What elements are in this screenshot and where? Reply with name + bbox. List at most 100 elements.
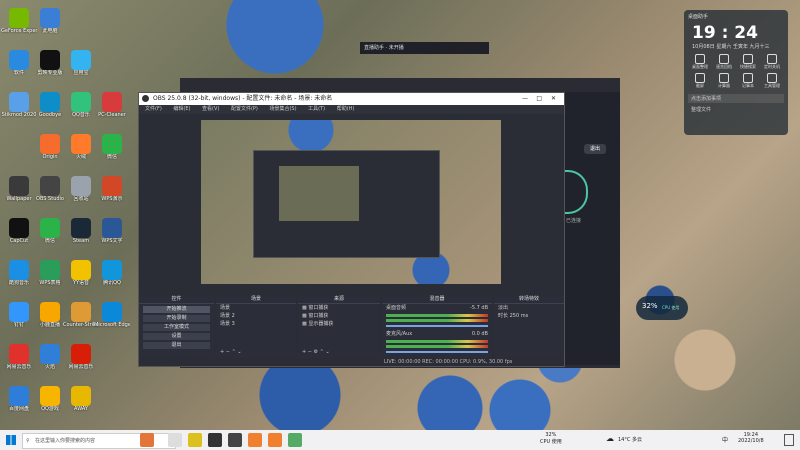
side-panel-exit-button[interactable]: 退出 xyxy=(584,144,606,154)
shortcut-label: 定时关机 xyxy=(764,64,780,69)
start-streaming-button[interactable]: 开始推流 xyxy=(143,306,210,313)
widget-shortcut[interactable]: 记事本 xyxy=(736,73,760,89)
mixer-channel-db: 0.0 dB xyxy=(471,331,488,337)
transitions-header: 转场特效 xyxy=(494,295,564,304)
menu-profile[interactable]: 配置文件(P) xyxy=(231,106,258,112)
desktop-icon[interactable]: 微信 xyxy=(94,134,130,160)
mixer-channel-name: 桌面音频 xyxy=(386,305,407,311)
obs-taskbar-icon[interactable] xyxy=(228,433,242,447)
desktop-icon-label: AWAY xyxy=(74,406,88,412)
widget-shortcut[interactable]: 截屏 xyxy=(688,73,712,89)
desktop-icon[interactable]: 腾讯QQ xyxy=(94,260,130,286)
background-window-titlebar[interactable]: 直播助手 · 未开播 xyxy=(360,42,489,54)
taskbar-clock[interactable]: 19:24 2022/10/8 xyxy=(738,432,764,444)
preview-canvas[interactable] xyxy=(201,120,501,284)
desktop-icon-label: WPS演示 xyxy=(101,196,123,202)
widget-header: 桌面助手 xyxy=(688,14,709,20)
desktop-icon-label: WPS文字 xyxy=(101,238,123,244)
scene-item[interactable]: 场景 2 xyxy=(216,312,296,320)
transition-type-select[interactable]: 淡出 xyxy=(494,304,564,312)
transition-duration[interactable]: 时长 250 ms xyxy=(494,312,564,320)
taskbar-weather[interactable]: 14°C 多云 xyxy=(618,436,642,443)
desktop-assistant-widget[interactable]: 桌面助手 19 : 24 10月08日 星期六 壬寅年 九月十三 桌面整理 速览回… xyxy=(684,10,788,135)
desktop-icon[interactable]: AWAY xyxy=(63,386,99,412)
obs-titlebar[interactable]: OBS 25.0.8 (32-bit, windows) - 配置文件: 未命名… xyxy=(139,93,564,105)
audio-level-meter xyxy=(386,319,488,322)
shortcut-icon xyxy=(743,54,753,64)
menu-edit[interactable]: 编辑(E) xyxy=(173,106,190,112)
pinned-app-icon[interactable] xyxy=(248,433,262,447)
source-item[interactable]: ▩ 窗口捕获 xyxy=(298,304,380,312)
scene-item[interactable]: 场景 3 xyxy=(216,320,296,328)
add-scene-button[interactable]: + xyxy=(220,349,224,355)
scenes-toolbar: + − ⌃ ⌄ xyxy=(216,348,296,356)
desktop-icon[interactable]: WPS演示 xyxy=(94,176,130,202)
close-button[interactable]: ✕ xyxy=(551,93,556,105)
desktop-icon[interactable]: PC-Cleaner xyxy=(94,92,130,118)
widget-note[interactable]: 整理文件 xyxy=(688,105,784,114)
start-recording-button[interactable]: 开始录制 xyxy=(143,315,210,322)
desktop-icon[interactable]: WPS文字 xyxy=(94,218,130,244)
widget-search[interactable]: 点击添加事项 xyxy=(688,94,784,103)
pinned-app-icon[interactable] xyxy=(208,433,222,447)
scene-item[interactable]: 场景 xyxy=(216,304,296,312)
desktop-icon[interactable]: 网易云音乐 xyxy=(63,344,99,370)
pinned-app-icon[interactable] xyxy=(188,433,202,447)
widget-shortcut[interactable]: 定时关机 xyxy=(760,54,784,70)
widget-weekday: 星期六 xyxy=(716,44,732,50)
notification-icon[interactable] xyxy=(784,434,794,446)
menu-help[interactable]: 帮助(H) xyxy=(337,106,355,112)
app-icon xyxy=(71,344,91,364)
widget-shortcut[interactable]: 计算器 xyxy=(712,73,736,89)
gear-icon[interactable]: ⚙ xyxy=(314,349,318,355)
obs-title: OBS 25.0.8 (32-bit, windows) - 配置文件: 未命名… xyxy=(153,95,333,102)
shortcut-icon xyxy=(695,54,705,64)
widget-shortcut[interactable]: 速览回档 xyxy=(712,54,736,70)
menu-file[interactable]: 文件(F) xyxy=(145,106,162,112)
app-icon xyxy=(9,176,29,196)
desktop-icon[interactable]: 应用宝 xyxy=(63,50,99,76)
source-item[interactable]: ▩ 窗口捕获 xyxy=(298,312,380,320)
settings-button[interactable]: 设置 xyxy=(143,333,210,340)
volume-slider[interactable] xyxy=(386,325,488,327)
scene-up-button[interactable]: ⌃ xyxy=(232,349,236,355)
add-source-button[interactable]: + xyxy=(302,349,306,355)
duration-label: 时长 xyxy=(498,313,509,319)
monitor-icon: ▩ xyxy=(302,313,307,319)
remove-source-button[interactable]: − xyxy=(308,349,312,355)
volume-slider[interactable] xyxy=(386,351,488,353)
source-down-button[interactable]: ⌄ xyxy=(325,349,329,355)
maximize-button[interactable]: □ xyxy=(536,93,542,105)
scene-down-button[interactable]: ⌄ xyxy=(237,349,241,355)
transitions-dock: 转场特效 淡出 时长 250 ms xyxy=(494,295,564,365)
obs-logo-icon xyxy=(142,95,149,102)
controls-dock: 控件 开始推流 开始录制 工作室模式 设置 退出 xyxy=(139,295,214,365)
menu-scene-collection[interactable]: 场景集合(S) xyxy=(269,106,296,112)
source-item[interactable]: ▩ 显示器捕获 xyxy=(298,320,380,328)
widget-shortcut[interactable]: 工具管理 xyxy=(760,73,784,89)
obs-window[interactable]: OBS 25.0.8 (32-bit, windows) - 配置文件: 未命名… xyxy=(138,92,565,367)
widget-date-row: 10月08日 星期六 壬寅年 九月十三 xyxy=(684,43,788,50)
task-view-icon[interactable] xyxy=(168,433,182,447)
widget-shortcut[interactable]: 快捷搜索 xyxy=(736,54,760,70)
remove-scene-button[interactable]: − xyxy=(226,349,230,355)
desktop-icon[interactable]: 此电脑 xyxy=(32,8,68,34)
pinned-app-icon[interactable] xyxy=(288,433,302,447)
studio-mode-button[interactable]: 工作室模式 xyxy=(143,324,210,331)
cpu-usage-meter: 32% CPU 使用 xyxy=(636,296,688,320)
menu-tools[interactable]: 工具(T) xyxy=(308,106,325,112)
monitor-icon: ▩ xyxy=(302,321,307,327)
app-icon xyxy=(102,176,122,196)
source-up-button[interactable]: ⌃ xyxy=(320,349,324,355)
windows-start-icon[interactable] xyxy=(6,435,16,445)
desktop-icon[interactable]: Microsoft Edge xyxy=(94,302,130,328)
exit-button[interactable]: 退出 xyxy=(143,342,210,349)
minimize-button[interactable]: — xyxy=(522,93,528,105)
app-icon xyxy=(40,8,60,28)
pinned-app-icon[interactable] xyxy=(268,433,282,447)
flower-widget-icon[interactable] xyxy=(140,433,154,447)
widget-shortcut[interactable]: 桌面整理 xyxy=(688,54,712,70)
taskbar-cpu-percent: 32% xyxy=(545,432,557,438)
taskbar-language[interactable]: 中 xyxy=(722,435,728,444)
menu-view[interactable]: 查看(V) xyxy=(202,106,219,112)
